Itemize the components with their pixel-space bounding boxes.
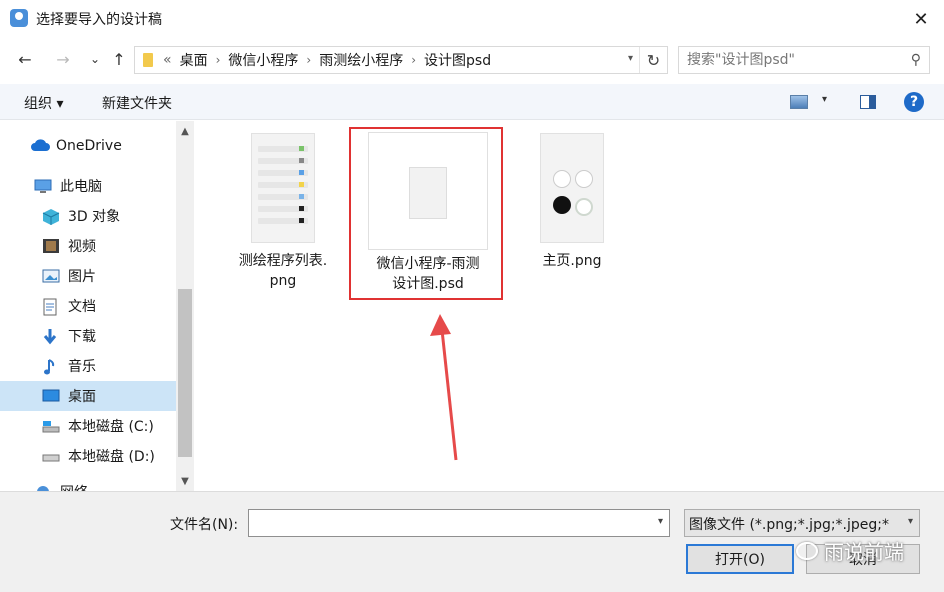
filename-input[interactable] — [249, 510, 639, 536]
sidebar-item-label: 下载 — [68, 329, 96, 345]
sidebar-item-this-pc[interactable]: 此电脑 — [0, 171, 176, 201]
file-item[interactable]: 主页.png — [507, 133, 637, 271]
path-overflow[interactable]: « — [163, 52, 172, 68]
sidebar-item-music[interactable]: 音乐 — [0, 351, 176, 381]
help-icon[interactable]: ? — [904, 92, 924, 112]
file-thumbnail — [540, 133, 604, 243]
wechat-logo-icon — [796, 541, 818, 560]
file-thumbnail[interactable] — [368, 132, 488, 250]
sidebar-item-network[interactable]: 网络 — [0, 477, 176, 491]
sidebar-item-label: 此电脑 — [60, 179, 102, 195]
sidebar-item-3d-objects[interactable]: 3D 对象 — [0, 201, 176, 231]
sidebar-item-label: OneDrive — [56, 138, 122, 154]
filename-field[interactable]: ▾ — [248, 509, 670, 537]
gear-icon — [553, 170, 571, 188]
sidebar-item-label: 视频 — [68, 239, 96, 255]
sidebar-scrollbar[interactable]: ▲ ▼ — [176, 121, 194, 491]
sidebar-item-downloads[interactable]: 下载 — [0, 321, 176, 351]
close-button[interactable]: ✕ — [898, 0, 944, 38]
title-bar: 选择要导入的设计稿 ✕ — [0, 0, 944, 38]
recent-locations-button[interactable]: ⌄ — [84, 48, 106, 70]
up-button[interactable]: ↑ — [108, 48, 130, 70]
filename-label: 文件名(N): — [170, 517, 239, 533]
search-input[interactable] — [679, 47, 889, 73]
sidebar-item-documents[interactable]: 文档 — [0, 291, 176, 321]
address-bar[interactable]: « 桌面 › 微信小程序 › 雨测绘小程序 › 设计图psd ▾ ↻ — [134, 46, 668, 74]
breadcrumb-desktop[interactable]: 桌面 — [180, 50, 208, 70]
open-button[interactable]: 打开(O) — [686, 544, 794, 574]
scroll-up-icon[interactable]: ▲ — [176, 121, 194, 141]
sidebar-item-label: 本地磁盘 (C:) — [68, 419, 154, 435]
command-toolbar: 组织 ▾ 新建文件夹 ▾ ? — [0, 84, 944, 120]
blank-file-icon — [409, 167, 447, 219]
navigation-bar: ← → ⌄ ↑ « 桌面 › 微信小程序 › 雨测绘小程序 › 设计图psd ▾… — [0, 42, 944, 78]
document-icon — [42, 298, 60, 316]
sidebar-item-label: 网络 — [60, 482, 88, 491]
search-icon[interactable]: ⚲ — [911, 52, 921, 68]
file-thumbnail — [251, 133, 315, 243]
sidebar-item-label: 图片 — [68, 269, 96, 285]
filetype-select[interactable]: 图像文件 (*.png;*.jpg;*.jpeg;* ▾ — [684, 509, 920, 537]
cube-icon — [42, 208, 60, 225]
sidebar-item-onedrive[interactable]: OneDrive — [0, 131, 176, 161]
sidebar-item-drive-d[interactable]: 本地磁盘 (D:) — [0, 441, 176, 471]
preview-pane-icon[interactable] — [860, 95, 876, 109]
window-title: 选择要导入的设计稿 — [36, 12, 162, 28]
video-icon — [42, 238, 60, 254]
sidebar-item-desktop[interactable]: 桌面 — [0, 381, 176, 411]
cloud-icon — [30, 138, 50, 154]
info-icon — [553, 196, 571, 214]
watermark: 雨说前端 — [796, 536, 904, 565]
sidebar-item-label: 3D 对象 — [68, 209, 121, 225]
sidebar-item-label: 音乐 — [68, 359, 96, 375]
file-name: 微信小程序-雨测 设计图.psd — [376, 256, 480, 292]
scrollbar-thumb[interactable] — [178, 289, 192, 457]
file-name: 测绘程序列表. png — [238, 253, 328, 289]
file-name: 主页.png — [542, 253, 602, 269]
download-icon — [42, 328, 60, 345]
app-icon — [10, 9, 28, 27]
scroll-down-icon[interactable]: ▼ — [176, 471, 194, 491]
organize-menu[interactable]: 组织 ▾ — [24, 93, 63, 113]
chevron-right-icon[interactable]: › — [306, 53, 311, 67]
chevron-down-icon[interactable]: ▾ — [908, 516, 913, 527]
sidebar-item-drive-c[interactable]: 本地磁盘 (C:) — [0, 411, 176, 441]
sidebar-item-pictures[interactable]: 图片 — [0, 261, 176, 291]
music-icon — [42, 358, 60, 375]
network-icon — [34, 484, 52, 491]
sidebar-item-label: 桌面 — [68, 389, 96, 405]
sidebar-item-label: 本地磁盘 (D:) — [68, 449, 155, 465]
chevron-down-icon[interactable]: ▾ — [628, 53, 633, 64]
toggle-icon — [575, 198, 593, 216]
search-box[interactable]: ⚲ — [678, 46, 930, 74]
view-mode-icon[interactable] — [790, 95, 808, 109]
chevron-down-icon[interactable]: ▾ — [822, 94, 827, 105]
nodes-icon — [575, 170, 593, 188]
sidebar-item-label: 文档 — [68, 299, 96, 315]
drive-icon — [42, 418, 60, 434]
picture-icon — [42, 268, 60, 284]
navigation-pane: OneDrive 此电脑 3D 对象 视频 图片 文档 下载 音乐 桌面 本地磁… — [0, 121, 176, 491]
breadcrumb-wechat[interactable]: 微信小程序 — [228, 50, 298, 70]
chevron-down-icon[interactable]: ▾ — [658, 516, 663, 527]
forward-button[interactable]: → — [52, 48, 74, 70]
drive-icon — [42, 448, 60, 464]
back-button[interactable]: ← — [14, 48, 36, 70]
breadcrumb-app[interactable]: 雨测绘小程序 — [319, 50, 403, 70]
folder-icon — [143, 53, 153, 67]
refresh-button[interactable]: ↻ — [639, 47, 667, 73]
computer-icon — [34, 178, 52, 194]
new-folder-button[interactable]: 新建文件夹 — [102, 93, 172, 113]
sidebar-item-videos[interactable]: 视频 — [0, 231, 176, 261]
file-item[interactable]: 测绘程序列表. png — [218, 133, 348, 291]
chevron-right-icon[interactable]: › — [216, 53, 221, 67]
breadcrumb-current[interactable]: 设计图psd — [424, 50, 491, 70]
desktop-icon — [42, 388, 60, 404]
chevron-right-icon[interactable]: › — [411, 53, 416, 67]
file-item-psd[interactable]: 微信小程序-雨测 设计图.psd — [363, 248, 493, 294]
